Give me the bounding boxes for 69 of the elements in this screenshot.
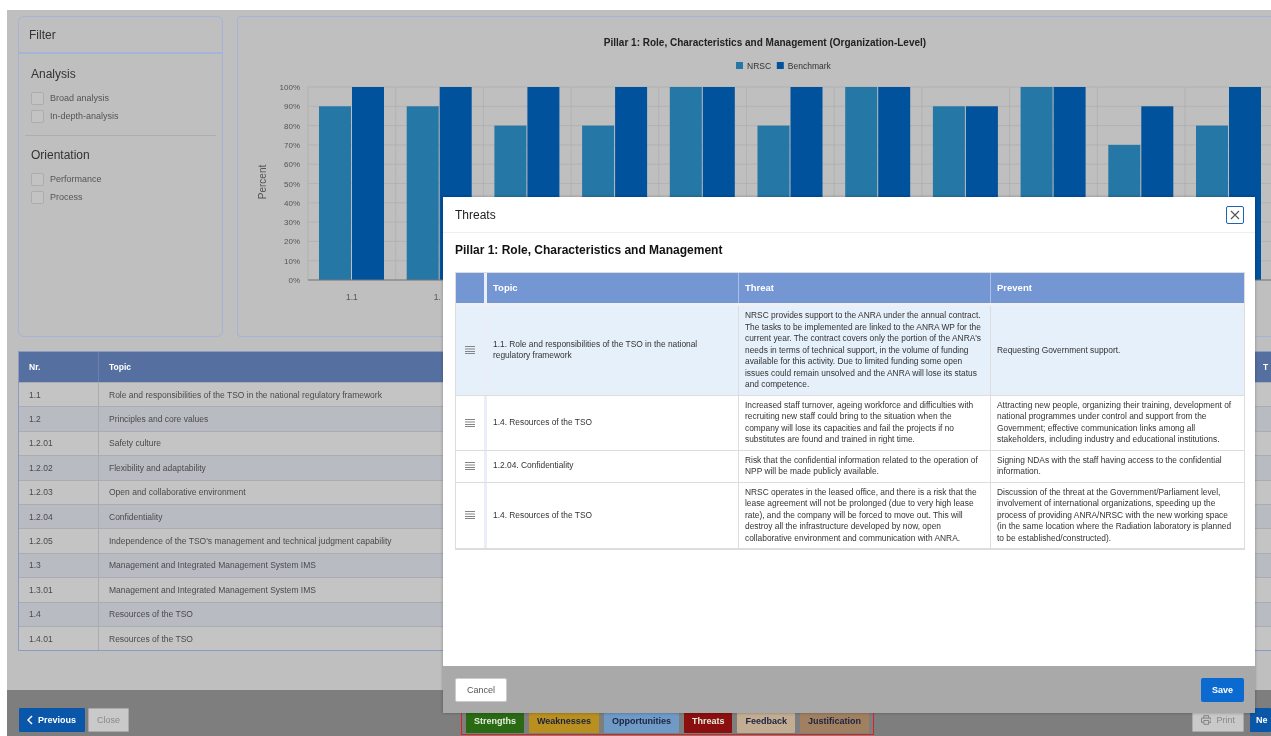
tick-label: 90% (284, 102, 300, 112)
section-heading: Orientation (31, 148, 91, 162)
table-cell: Attracting new people, organizing their training, development of national programmes under control and support from the Government; effective communication links among all stakeholders, including industry and educational institutions. (990, 395, 1244, 450)
table-cell-text: 1.4.01 (28, 632, 54, 646)
dialog-subtitle: Pillar 1: Role, Characteristics and Management (455, 243, 724, 257)
table-cell-text: 1.1 (28, 388, 42, 402)
drag-handle-icon[interactable] (465, 418, 475, 427)
table-row[interactable] (456, 482, 1244, 549)
column-header: Threat (738, 273, 990, 303)
column-header: Nr. (19, 352, 98, 382)
category-label: 1. (433, 292, 441, 302)
table-cell-text: 1.2 (28, 413, 42, 427)
next-button[interactable]: Ne (1250, 708, 1271, 732)
table-cell-text: 1.2.04 (28, 510, 54, 524)
legend-label: NRSC (747, 61, 772, 71)
checkbox-label: In-depth-analysis (50, 111, 119, 121)
table-cell: NRSC provides support to the ANRA under the annual contract. The tasks to be implemented are linked to the ANRA WP for the current year. The contract covers only the portion of the ANRA's needs in terms of technical support, in the volume of funding available for this activity. Due to limited funding some open issues could remain unsolved and the ANRA will lose its status and competence. (738, 306, 990, 395)
chart-title: Pillar 1: Role, Characteristics and Management (Organization-Level) (603, 37, 927, 48)
checkbox-label: Broad analysis (50, 93, 110, 103)
table-cell-text: 1.4 (28, 608, 42, 622)
table-cell-text: 1.2.05 (28, 535, 54, 549)
tick-label: 10% (284, 256, 300, 266)
tick-label: 80% (284, 121, 300, 131)
table-cell: Risk that the confidential information related to the operation of NPP will be made publicly available. (738, 450, 990, 482)
column-header: Prevent (990, 273, 1244, 303)
save-button[interactable]: Save (1200, 677, 1244, 702)
table-cell-text: 1.3 (28, 559, 42, 573)
section-heading: Analysis (31, 67, 77, 81)
table-cell: Requesting Government support. (990, 306, 1244, 395)
tick-label: 40% (284, 198, 300, 208)
table-cell: 1.1. Role and responsibilities of the TSO in the national regulatory framework (484, 306, 738, 395)
chevron-left-icon (27, 715, 33, 725)
tick-label: 70% (284, 140, 300, 150)
table-row[interactable] (456, 450, 1244, 483)
legend-label: Benchmark (787, 61, 831, 71)
table-cell-text: 1.2.01 (28, 437, 54, 451)
tick-label: 30% (284, 218, 300, 228)
table-cell: 1.2.04. Confidentiality (484, 450, 738, 482)
axis-title: Percent (257, 164, 268, 200)
tick-label: 60% (284, 160, 300, 170)
table-cell: Increased staff turnover, ageing workforce and difficulties with recruiting new staff could bring to the situation when the company will lose its capacities and fail the projects if no substitutes are found and trained in right time. (738, 395, 990, 450)
tick-label: 0% (288, 276, 300, 285)
tick-label: 50% (284, 179, 300, 189)
category-label: 1.1 (346, 292, 358, 302)
close-button[interactable] (1226, 205, 1244, 224)
table-row[interactable] (456, 395, 1244, 451)
column-header: Topic (484, 273, 738, 303)
checkbox-label: Process (50, 192, 83, 202)
printer-icon (1201, 715, 1212, 725)
drag-handle-icon[interactable] (465, 511, 475, 520)
table-row[interactable] (456, 306, 1244, 396)
table-cell-text: 1.2.02 (28, 461, 54, 475)
table-cell: 1.4. Resources of the TSO (484, 395, 738, 450)
tick-label: 20% (284, 237, 300, 247)
tick-label: 100% (279, 83, 300, 92)
table-cell-text: 1.2.03 (28, 486, 54, 500)
cancel-button[interactable]: Cancel (455, 677, 507, 702)
drag-handle-icon[interactable] (465, 462, 475, 470)
table-cell: Signing NDAs with the staff having access to the confidential information. (990, 450, 1244, 482)
previous-button[interactable]: Previous (19, 708, 86, 732)
drag-handle-icon[interactable] (465, 346, 475, 355)
close-icon (1230, 209, 1240, 220)
dialog-title: Threats (455, 207, 496, 222)
checkbox-label: Performance (50, 174, 102, 184)
table-cell-text: 1.3.01 (28, 583, 54, 597)
table-cell: 1.4. Resources of the TSO (484, 482, 738, 548)
panel-title: Filter (29, 27, 56, 42)
table-cell: Discussion of the threat at the Government/Parliament level, involvement of international organizations, speeding up the process of providing ANRA/NRSC with the new working space (in the same location where the Radiation laboratory is planned to be established/constructed). (990, 482, 1244, 548)
table-cell: NRSC operates in the leased office, and there is a risk that the lease agreement will not be prolonged (due to very high lease rate), and the company will be forced to move out. This will destroy all the infrastructure developed by now, open collaborative environment and communication with ANRA. (738, 482, 990, 548)
